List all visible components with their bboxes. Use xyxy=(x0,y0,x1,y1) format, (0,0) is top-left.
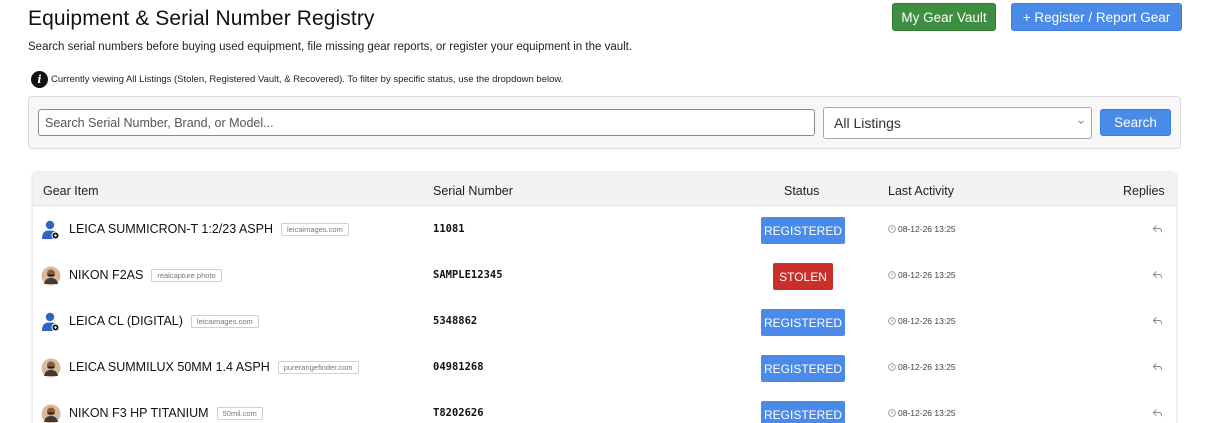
last-activity-time: 08-12-26 13:25 xyxy=(898,224,956,234)
register-report-gear-button[interactable]: + Register / Report Gear xyxy=(1011,3,1182,31)
serial-number: T8202626 xyxy=(433,407,484,419)
status-badge: REGISTERED xyxy=(761,217,845,244)
page-title: Equipment & Serial Number Registry xyxy=(28,7,375,30)
user-photo-icon xyxy=(41,358,61,378)
last-activity-time: 08-12-26 13:25 xyxy=(898,362,956,372)
page-subtitle: Search serial numbers before buying used… xyxy=(28,41,633,53)
gear-item-link[interactable]: NIKON F2AS realcapture.photo xyxy=(69,268,222,282)
serial-number: 5348862 xyxy=(433,315,478,327)
clock-icon xyxy=(888,225,896,233)
source-domain-tag: leicaimages.com xyxy=(281,222,349,236)
gear-item-name: LEICA CL (DIGITAL) xyxy=(69,314,183,328)
info-text: Currently viewing All Listings (Stolen, … xyxy=(51,74,564,85)
clock-icon xyxy=(888,271,896,279)
gear-item-link[interactable]: LEICA SUMMICRON-T 1:2/23 ASPH leicaimages… xyxy=(69,222,349,236)
reply-icon[interactable] xyxy=(1152,361,1163,372)
gear-table: Gear Item Serial Number Status Last Acti… xyxy=(33,173,1176,423)
gear-item-link[interactable]: NIKON F3 HP TITANIUM 50mil.com xyxy=(69,406,263,420)
gear-item-link[interactable]: LEICA SUMMILUX 50MM 1.4 ASPH purerangefin… xyxy=(69,360,359,374)
source-domain-tag: purerangefinder.com xyxy=(277,360,359,374)
clock-icon xyxy=(888,317,896,325)
user-blue-icon xyxy=(42,312,60,332)
table-row[interactable]: LEICA SUMMILUX 50MM 1.4 ASPH purerangefin… xyxy=(33,344,1176,390)
status-badge: REGISTERED xyxy=(761,401,845,423)
source-domain-tag: realcapture.photo xyxy=(151,268,222,282)
column-header-replies[interactable]: Replies xyxy=(1123,184,1165,198)
search-panel: All Listings Search xyxy=(28,96,1181,149)
table-row[interactable]: LEICA SUMMICRON-T 1:2/23 ASPH leicaimages… xyxy=(33,206,1176,252)
reply-icon[interactable] xyxy=(1152,223,1163,234)
search-input[interactable] xyxy=(38,109,815,136)
reply-icon[interactable] xyxy=(1152,269,1163,280)
serial-number: 04981268 xyxy=(433,361,484,373)
serial-number: SAMPLE12345 xyxy=(433,269,503,281)
status-filter-value: All Listings xyxy=(834,115,901,131)
user-photo-icon xyxy=(41,266,61,286)
info-notice: i Currently viewing All Listings (Stolen… xyxy=(31,71,563,88)
status-filter-select[interactable]: All Listings xyxy=(823,107,1092,139)
source-domain-tag: 50mil.com xyxy=(216,406,263,420)
column-header-serial[interactable]: Serial Number xyxy=(433,184,513,198)
clock-icon xyxy=(888,409,896,417)
gear-item-link[interactable]: LEICA CL (DIGITAL) leicaimages.com xyxy=(69,314,259,328)
clock-icon xyxy=(888,363,896,371)
user-photo-icon xyxy=(41,404,61,423)
last-activity: 08-12-26 13:25 xyxy=(888,362,956,372)
status-badge: STOLEN xyxy=(773,263,833,290)
gear-item-name: NIKON F3 HP TITANIUM xyxy=(69,406,209,420)
my-gear-vault-button[interactable]: My Gear Vault xyxy=(892,3,996,31)
last-activity-time: 08-12-26 13:25 xyxy=(898,408,956,418)
serial-number: 11081 xyxy=(433,223,465,235)
table-row[interactable]: LEICA CL (DIGITAL) leicaimages.com 5348862… xyxy=(33,298,1176,344)
last-activity: 08-12-26 13:25 xyxy=(888,316,956,326)
last-activity-time: 08-12-26 13:25 xyxy=(898,316,956,326)
last-activity: 08-12-26 13:25 xyxy=(888,270,956,280)
gear-item-name: LEICA SUMMICRON-T 1:2/23 ASPH xyxy=(69,222,273,236)
column-header-activity[interactable]: Last Activity xyxy=(888,184,954,198)
reply-icon[interactable] xyxy=(1152,407,1163,418)
table-row[interactable]: NIKON F3 HP TITANIUM 50mil.com T8202626 REG… xyxy=(33,390,1176,423)
info-icon: i xyxy=(31,71,48,88)
last-activity-time: 08-12-26 13:25 xyxy=(898,270,956,280)
table-row[interactable]: NIKON F2AS realcapture.photo SAMPLE12345 ST… xyxy=(33,252,1176,298)
last-activity: 08-12-26 13:25 xyxy=(888,408,956,418)
column-header-gear[interactable]: Gear Item xyxy=(43,184,99,198)
status-badge: REGISTERED xyxy=(761,355,845,382)
search-button[interactable]: Search xyxy=(1100,109,1171,136)
chevron-down-icon xyxy=(1078,120,1084,124)
column-header-status[interactable]: Status xyxy=(784,184,819,198)
gear-item-name: NIKON F2AS xyxy=(69,268,144,282)
source-domain-tag: leicaimages.com xyxy=(190,314,259,328)
table-header: Gear Item Serial Number Status Last Acti… xyxy=(33,173,1176,206)
user-blue-icon xyxy=(42,220,60,240)
reply-icon[interactable] xyxy=(1152,315,1163,326)
last-activity: 08-12-26 13:25 xyxy=(888,224,956,234)
status-badge: REGISTERED xyxy=(761,309,845,336)
gear-item-name: LEICA SUMMILUX 50MM 1.4 ASPH xyxy=(69,360,270,374)
